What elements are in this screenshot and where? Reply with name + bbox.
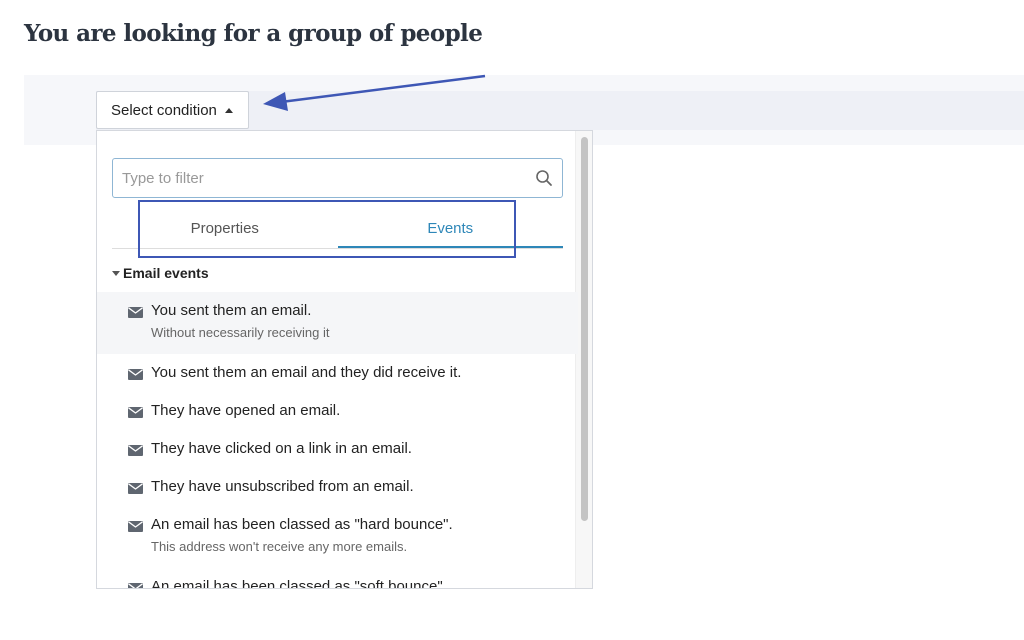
tab-events[interactable]: Events <box>337 211 563 248</box>
item-label: You sent them an email. <box>151 302 312 319</box>
item-label: An email has been classed as "hard bounc… <box>151 516 453 533</box>
filter-input[interactable] <box>113 158 535 198</box>
filter-field <box>112 158 563 198</box>
list-item[interactable]: They have clicked on a link in an email. <box>97 430 578 468</box>
list-item[interactable]: An email has been classed as "hard bounc… <box>97 506 578 568</box>
envelope-icon <box>128 307 143 318</box>
list-item[interactable]: They have unsubscribed from an email. <box>97 468 578 506</box>
page-title: You are looking for a group of people <box>24 20 483 47</box>
list-item[interactable]: An email has been classed as "soft bounc… <box>97 568 578 589</box>
condition-tabs: Properties Events <box>112 211 563 249</box>
list-item[interactable]: You sent them an email and they did rece… <box>97 354 578 392</box>
annotation-arrow <box>263 74 486 111</box>
list-item[interactable]: They have opened an email. <box>97 392 578 430</box>
item-label: They have clicked on a link in an email. <box>151 440 412 457</box>
envelope-icon <box>128 521 143 532</box>
item-label: They have unsubscribed from an email. <box>151 478 414 495</box>
item-label: An email has been classed as "soft bounc… <box>151 578 447 589</box>
envelope-icon <box>128 445 143 456</box>
envelope-icon <box>128 369 143 380</box>
item-sublabel: This address won't receive any more emai… <box>151 539 408 554</box>
caret-down-icon <box>112 270 120 276</box>
envelope-icon <box>128 583 143 588</box>
item-label: You sent them an email and they did rece… <box>151 364 462 381</box>
envelope-icon <box>128 483 143 494</box>
select-condition-button[interactable]: Select condition <box>96 91 249 129</box>
item-sublabel: Without necessarily receiving it <box>151 325 330 340</box>
scrollbar-thumb[interactable] <box>581 137 588 521</box>
caret-up-icon <box>224 107 233 113</box>
tab-properties[interactable]: Properties <box>112 211 338 248</box>
select-condition-label: Select condition <box>111 101 217 119</box>
condition-dropdown: Properties Events Email events You sent … <box>96 130 593 589</box>
item-label: They have opened an email. <box>151 402 341 419</box>
envelope-icon <box>128 407 143 418</box>
group-label: Email events <box>123 265 209 281</box>
event-list: You sent them an email. Without necessar… <box>97 292 578 589</box>
list-item[interactable]: You sent them an email. Without necessar… <box>97 292 578 354</box>
email-events-group[interactable]: Email events <box>112 265 209 281</box>
search-icon[interactable] <box>535 169 553 187</box>
